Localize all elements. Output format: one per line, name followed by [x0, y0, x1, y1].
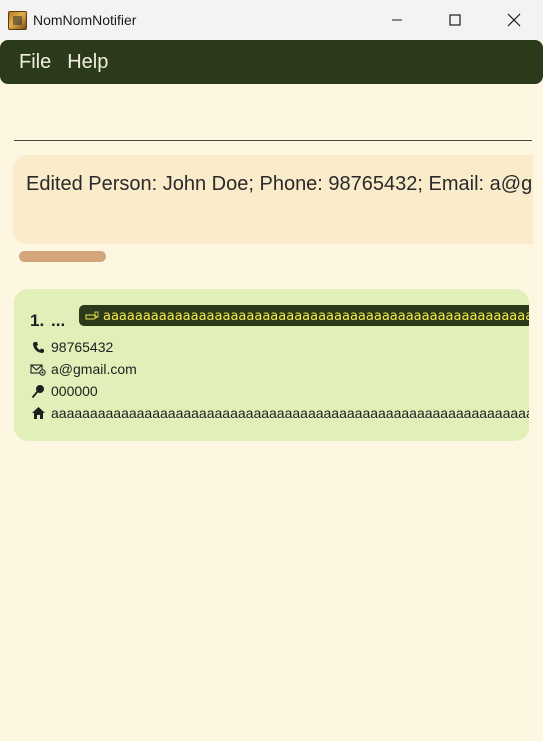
address-value: aaaaaaaaaaaaaaaaaaaaaaaaaaaaaaaaaaaaaaaa…: [51, 405, 529, 421]
minimize-icon: [392, 19, 402, 21]
maximize-icon: [449, 14, 461, 26]
close-icon: [507, 13, 521, 27]
home-icon: [30, 405, 46, 421]
menu-bar: File Help: [0, 40, 543, 84]
title-bar: NomNomNotifier: [0, 0, 543, 40]
person-phone: 98765432: [30, 339, 113, 355]
person-card[interactable]: 1. ... aaaaaaaaaaaaaaaaaaaaaaaaaaaaaaaaa…: [14, 289, 529, 441]
person-email: a@gmail.com: [30, 361, 137, 377]
email-icon: [30, 361, 46, 377]
phone-icon: [30, 339, 46, 355]
app-logo-icon: [8, 11, 27, 30]
maximize-button[interactable]: [426, 0, 484, 40]
person-tag: aaaaaaaaaaaaaaaaaaaaaaaaaaaaaaaaaaaaaaaa…: [79, 305, 529, 326]
menu-file[interactable]: File: [11, 51, 59, 74]
minimize-button[interactable]: [368, 0, 426, 40]
phone-value: 98765432: [51, 339, 114, 355]
person-address: aaaaaaaaaaaaaaaaaaaaaaaaaaaaaaaaaaaaaaaa…: [30, 405, 529, 421]
person-index: 1.: [30, 311, 45, 330]
result-display: Edited Person: John Doe; Phone: 98765432…: [13, 155, 533, 244]
result-scrollbar[interactable]: [19, 251, 106, 262]
person-postal: 000000: [30, 383, 98, 399]
tag-label: aaaaaaaaaaaaaaaaaaaaaaaaaaaaaaaaaaaaaaaa…: [103, 309, 529, 324]
window-title: NomNomNotifier: [33, 12, 137, 28]
close-button[interactable]: [485, 0, 543, 40]
email-value: a@gmail.com: [51, 361, 137, 377]
tag-icon: [85, 311, 99, 319]
result-message: Edited Person: John Doe; Phone: 98765432…: [26, 173, 533, 195]
pin-icon: [30, 383, 46, 399]
menu-help[interactable]: Help: [59, 51, 116, 74]
postal-value: 000000: [51, 383, 98, 399]
person-name: ...: [51, 311, 66, 330]
command-input[interactable]: [14, 99, 532, 141]
